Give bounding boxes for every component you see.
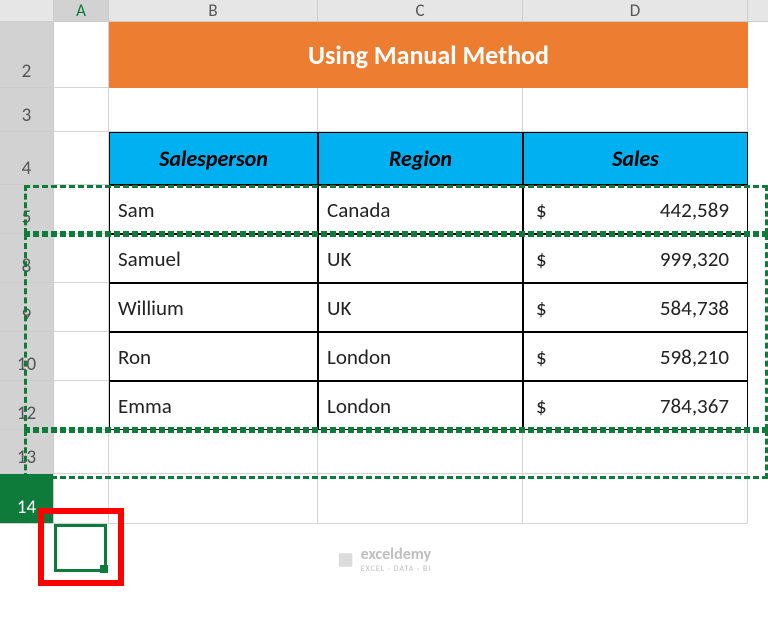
watermark: exceldemy EXCEL · DATA · BI xyxy=(337,545,432,574)
cell-a3[interactable] xyxy=(54,88,109,132)
cell-region-3[interactable]: London xyxy=(318,332,523,381)
cell-name-4[interactable]: Emma xyxy=(109,381,318,430)
fill-handle[interactable] xyxy=(100,565,108,573)
row-9: 9 Willium UK $ 584,738 xyxy=(0,283,768,332)
cell-name-0[interactable]: Sam xyxy=(109,185,318,234)
cell-d13[interactable] xyxy=(523,430,748,474)
cell-a12[interactable] xyxy=(54,381,109,430)
row-header-8[interactable]: 8 xyxy=(0,234,54,283)
currency-symbol: $ xyxy=(532,197,547,223)
active-cell[interactable] xyxy=(54,524,107,572)
col-header-b[interactable]: B xyxy=(109,0,318,21)
cell-a14[interactable] xyxy=(54,474,109,524)
header-sales[interactable]: Sales xyxy=(523,132,748,185)
cell-sales-3[interactable]: $ 598,210 xyxy=(523,332,748,381)
cell-sales-0[interactable]: $ 442,589 xyxy=(523,185,748,234)
cell-sales-1[interactable]: $ 999,320 xyxy=(523,234,748,283)
column-headers: A B C D xyxy=(0,0,768,22)
row-header-5[interactable]: 5 xyxy=(0,185,54,234)
currency-symbol: $ xyxy=(532,344,547,370)
cell-region-1[interactable]: UK xyxy=(318,234,523,283)
row-2: 2 Using Manual Method xyxy=(0,22,768,88)
cell-name-3[interactable]: Ron xyxy=(109,332,318,381)
row-header-9[interactable]: 9 xyxy=(0,283,54,332)
row-14: 14 xyxy=(0,474,768,524)
row-5: 5 Sam Canada $ 442,589 xyxy=(0,185,768,234)
header-salesperson[interactable]: Salesperson xyxy=(109,132,318,185)
row-header-14[interactable]: 14 xyxy=(0,474,54,524)
amount-value: 784,367 xyxy=(660,393,739,419)
row-13: 13 xyxy=(0,430,768,474)
row-header-10[interactable]: 10 xyxy=(0,332,54,381)
currency-symbol: $ xyxy=(532,246,547,272)
watermark-text: exceldemy xyxy=(361,545,432,564)
cell-c3[interactable] xyxy=(318,88,523,132)
cell-region-4[interactable]: London xyxy=(318,381,523,430)
col-header-c[interactable]: C xyxy=(318,0,523,21)
row-12: 12 Emma London $ 784,367 xyxy=(0,381,768,430)
amount-value: 442,589 xyxy=(660,197,739,223)
cell-region-2[interactable]: UK xyxy=(318,283,523,332)
row-8: 8 Samuel UK $ 999,320 xyxy=(0,234,768,283)
row-10: 10 Ron London $ 598,210 xyxy=(0,332,768,381)
amount-value: 999,320 xyxy=(660,246,739,272)
row-header-13[interactable]: 13 xyxy=(0,430,54,474)
row-header-12[interactable]: 12 xyxy=(0,381,54,430)
row-header-4[interactable]: 4 xyxy=(0,132,54,185)
header-region[interactable]: Region xyxy=(318,132,523,185)
title-cell[interactable]: Using Manual Method xyxy=(109,22,748,88)
amount-value: 598,210 xyxy=(660,344,739,370)
amount-value: 584,738 xyxy=(660,295,739,321)
cell-a2[interactable] xyxy=(54,22,109,88)
cell-c13[interactable] xyxy=(318,430,523,474)
cell-c14[interactable] xyxy=(318,474,523,524)
cell-name-2[interactable]: Willium xyxy=(109,283,318,332)
cell-sales-4[interactable]: $ 784,367 xyxy=(523,381,748,430)
cell-a8[interactable] xyxy=(54,234,109,283)
row-header-3[interactable]: 3 xyxy=(0,88,54,132)
watermark-sub: EXCEL · DATA · BI xyxy=(361,564,432,574)
cell-b14[interactable] xyxy=(109,474,318,524)
row-header-2[interactable]: 2 xyxy=(0,22,54,88)
row-4: 4 Salesperson Region Sales xyxy=(0,132,768,185)
cell-a5[interactable] xyxy=(54,185,109,234)
excel-icon xyxy=(337,551,355,569)
select-all-corner[interactable] xyxy=(0,0,54,21)
cell-name-1[interactable]: Samuel xyxy=(109,234,318,283)
cell-a9[interactable] xyxy=(54,283,109,332)
cell-a13[interactable] xyxy=(54,430,109,474)
cell-d14[interactable] xyxy=(523,474,748,524)
cell-b13[interactable] xyxy=(109,430,318,474)
currency-symbol: $ xyxy=(532,393,547,419)
cell-a4[interactable] xyxy=(54,132,109,185)
cell-b3[interactable] xyxy=(109,88,318,132)
cell-a10[interactable] xyxy=(54,332,109,381)
cell-region-0[interactable]: Canada xyxy=(318,185,523,234)
currency-symbol: $ xyxy=(532,295,547,321)
cell-d3[interactable] xyxy=(523,88,748,132)
col-header-a[interactable]: A xyxy=(54,0,109,21)
col-header-d[interactable]: D xyxy=(523,0,748,21)
row-3: 3 xyxy=(0,88,768,132)
cell-sales-2[interactable]: $ 584,738 xyxy=(523,283,748,332)
